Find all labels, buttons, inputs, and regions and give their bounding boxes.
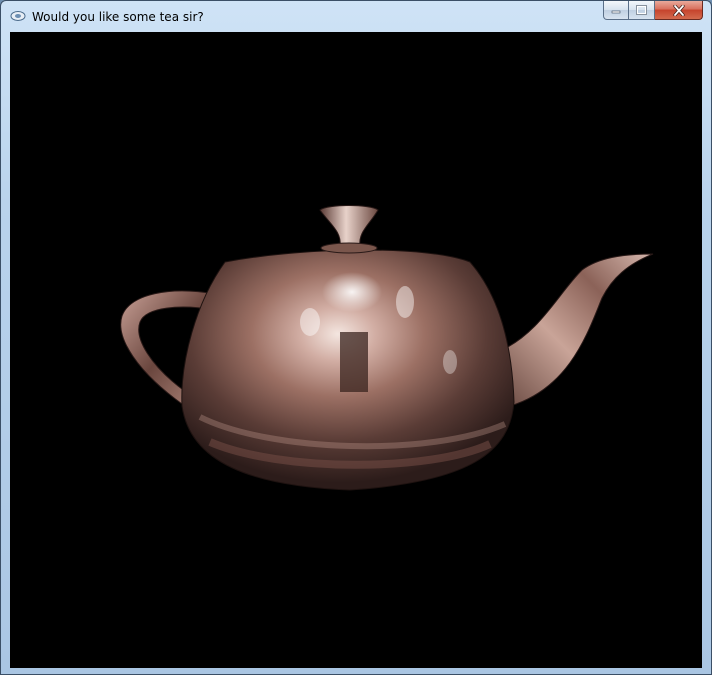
window-controls [603,1,703,21]
teapot-lid [319,205,379,247]
opengl-app-icon [10,11,26,21]
maximize-icon [636,5,647,15]
maximize-button[interactable] [629,1,655,20]
close-button[interactable] [655,1,703,20]
close-icon [672,4,685,16]
app-window: Would you like some tea sir? [0,0,712,675]
render-viewport[interactable] [10,32,702,668]
window-title: Would you like some tea sir? [32,10,204,24]
title-bar[interactable]: Would you like some tea sir? [1,1,711,32]
minimize-button[interactable] [603,1,629,20]
teapot-spout [501,253,654,407]
minimize-icon [611,10,621,14]
teapot-render [120,205,654,491]
